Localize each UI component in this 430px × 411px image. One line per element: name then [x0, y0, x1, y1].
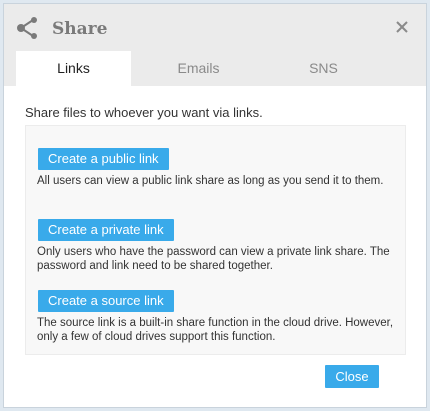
create-source-link-button[interactable]: Create a source link: [38, 290, 174, 312]
close-icon[interactable]: [392, 17, 412, 37]
link-options-panel: Create a public link All users can view …: [25, 125, 406, 355]
create-private-link-button[interactable]: Create a private link: [38, 219, 174, 241]
share-icon: [16, 16, 42, 40]
share-dialog: Share Links Emails SNS Share files to wh…: [3, 3, 427, 408]
tab-sns[interactable]: SNS: [266, 51, 381, 86]
source-link-description: The source link is a built-in share func…: [37, 317, 394, 343]
tab-emails[interactable]: Emails: [141, 51, 256, 86]
tab-links[interactable]: Links: [16, 51, 131, 86]
dialog-titlebar: Share Links Emails SNS: [4, 4, 426, 86]
public-link-description: All users can view a public link share a…: [37, 175, 384, 187]
links-intro-text: Share files to whoever you want via link…: [25, 105, 263, 120]
private-link-description: Only users who have the password can vie…: [37, 246, 390, 272]
tab-bar: Links Emails SNS: [4, 51, 426, 86]
dialog-title: Share: [52, 19, 108, 39]
close-button[interactable]: Close: [325, 365, 379, 388]
create-public-link-button[interactable]: Create a public link: [38, 148, 169, 170]
